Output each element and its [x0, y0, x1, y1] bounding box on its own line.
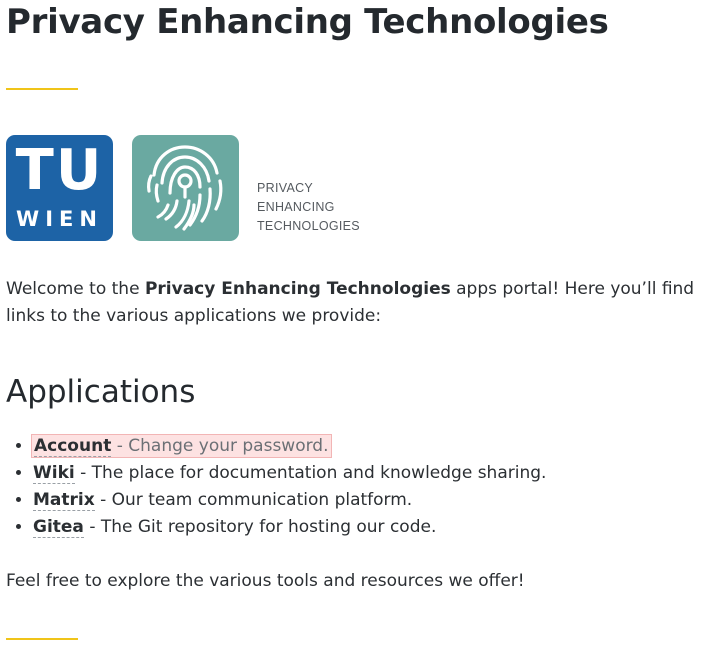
page-title: Privacy Enhancing Technologies — [6, 2, 609, 42]
account-description: - Change your password. — [111, 436, 329, 456]
tu-logo-letters: TU — [15, 138, 104, 203]
matrix-description: - Our team communication platform. — [94, 490, 413, 510]
applications-list: Account - Change your password. Wiki - T… — [6, 433, 708, 541]
list-item: Gitea - The Git repository for hosting o… — [33, 514, 708, 541]
intro-prefix: Welcome to the — [6, 279, 145, 299]
matrix-link[interactable]: Matrix — [33, 490, 95, 511]
pet-logo-line: TECHNOLOGIES — [257, 219, 360, 233]
pet-logo-line: PRIVACY — [257, 181, 314, 195]
account-link[interactable]: Account — [34, 436, 112, 457]
intro-bold: Privacy Enhancing Technologies — [144, 279, 451, 299]
list-item: Matrix - Our team communication platform… — [33, 487, 708, 514]
accent-divider-bottom — [6, 638, 78, 640]
pet-logo-line: ENHANCING — [257, 200, 335, 214]
pet-logo-text: PRIVACY ENHANCING TECHNOLOGIES — [257, 179, 360, 236]
gitea-link[interactable]: Gitea — [33, 517, 84, 538]
gitea-description: - The Git repository for hosting our cod… — [83, 517, 437, 537]
applications-heading: Applications — [6, 374, 196, 410]
wiki-description: - The place for documentation and knowle… — [74, 463, 547, 483]
list-item: Account - Change your password. — [31, 433, 708, 460]
logo-row: TU WIEN PRIVACY ENHANCING TECHNOLOGIES — [6, 135, 406, 241]
account-highlight: Account - Change your password. — [31, 434, 332, 458]
fingerprint-icon — [132, 135, 239, 241]
list-item: Wiki - The place for documentation and k… — [33, 460, 708, 487]
outro-paragraph: Feel free to explore the various tools a… — [6, 571, 525, 591]
wiki-link[interactable]: Wiki — [33, 463, 75, 484]
tu-logo-subtitle: WIEN — [16, 207, 103, 231]
intro-paragraph: Welcome to the Privacy Enhancing Technol… — [6, 276, 706, 330]
accent-divider-top — [6, 88, 78, 90]
tu-wien-logo: TU WIEN — [6, 135, 113, 241]
